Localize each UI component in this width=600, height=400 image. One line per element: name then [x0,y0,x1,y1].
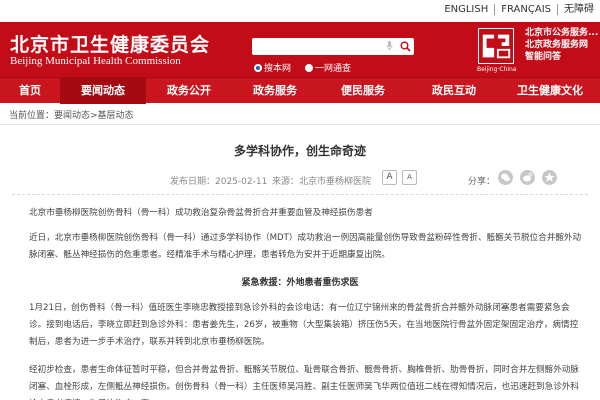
site-logo-cn[interactable]: 北京市卫生健康委员会 [10,30,210,57]
nav-home[interactable]: 首页 [0,78,60,104]
nav-news[interactable]: 要闻动态 [60,78,146,104]
accessibility-link[interactable]: 无障碍 [558,4,600,15]
search-icon[interactable] [400,41,411,52]
main-nav: 首页 要闻动态 政务公开 政务服务 便民服务 政民互动 卫生健康文化 [0,77,600,104]
seal-caption: Beijing·China [477,66,517,73]
nav-gov-services[interactable]: 政务服务 [232,78,318,104]
scope-this-site[interactable]: 搜本网 [254,61,291,74]
nav-interaction[interactable]: 政民互动 [408,78,500,104]
language-links: ENGLISH FRANÇAIS 无障碍 [438,4,600,15]
nav-health-culture[interactable]: 卫生健康文化 [500,78,600,104]
search-box [252,38,414,55]
lang-english-link[interactable]: ENGLISH [438,4,496,15]
nav-public-services[interactable]: 便民服务 [318,78,408,104]
article-subheading: 紧急救援：外地患者重伤求医 [241,278,359,288]
capital-seal-icon [478,28,514,64]
nav-gov-affairs[interactable]: 政务公开 [146,78,232,104]
article-title: 多学科协作，创生命奇迹 [233,144,366,158]
article-paragraph-3: 1月21日，创伤骨科（骨一科）值班医生李晓忠教授接到急诊外科的会诊电话：有一位辽… [29,303,579,347]
microphone-icon[interactable] [386,41,393,51]
publish-date: 发布日期：2025-02-11 [170,177,268,187]
font-increase-button[interactable]: A [382,170,397,185]
font-decrease-button[interactable]: A [402,170,417,185]
radio-unselected-icon[interactable] [305,63,314,72]
search-input[interactable] [256,39,381,54]
meta-divider [12,194,588,195]
scope-this-site-label: 搜本网 [264,64,292,74]
radio-selected-icon[interactable] [254,63,262,72]
site-header: 北京市卫生健康委员会 Beijing Municipal Health Comm… [0,22,600,77]
site-logo-en: Beijing Municipal Health Commission [10,55,181,67]
service-links: 北京市公务服务... 北京政务服务网 智能问答 [525,27,598,63]
lang-french-link[interactable]: FRANÇAIS [495,4,558,15]
article-source: 来源：北京市垂杨柳医院 [272,177,372,187]
top-strip: ENGLISH FRANÇAIS 无障碍 [0,0,600,22]
search-scope: 搜本网 一网通查 [254,61,365,74]
wechat-share-icon[interactable] [498,170,513,185]
service-link-2[interactable]: 北京政务服务网 [525,39,598,51]
service-link-3[interactable]: 智能问答 [525,51,598,63]
scope-all-web-label: 一网通查 [315,64,352,74]
breadcrumb[interactable]: 当前位置：要闻动态>基层动态 [0,107,600,125]
scope-all-web[interactable]: 一网通查 [305,61,351,74]
share-label: 分享： [468,177,496,187]
article-paragraph-2: 近日，北京市垂杨柳医院创伤骨科（骨一科）通过多学科协作（MDT）成功救治一例因高… [29,233,582,260]
article-paragraph-1: 北京市垂杨柳医院创伤骨科（骨一科）成功救治复杂骨盆骨折合并重要血管及神经损伤患者 [29,208,373,218]
article-paragraph-4: 经初步检查，患者生命体征暂时平稳，但合并骨盆骨折、骶髂关节脱位、耻骨联合骨折、髋… [29,365,580,400]
qzone-share-icon[interactable] [542,170,557,185]
article-meta: 发布日期：2025-02-11 来源：北京市垂杨柳医院 A A 分享： [0,168,600,190]
service-link-1[interactable]: 北京市公务服务... [525,27,598,39]
weibo-share-icon[interactable] [520,170,535,185]
